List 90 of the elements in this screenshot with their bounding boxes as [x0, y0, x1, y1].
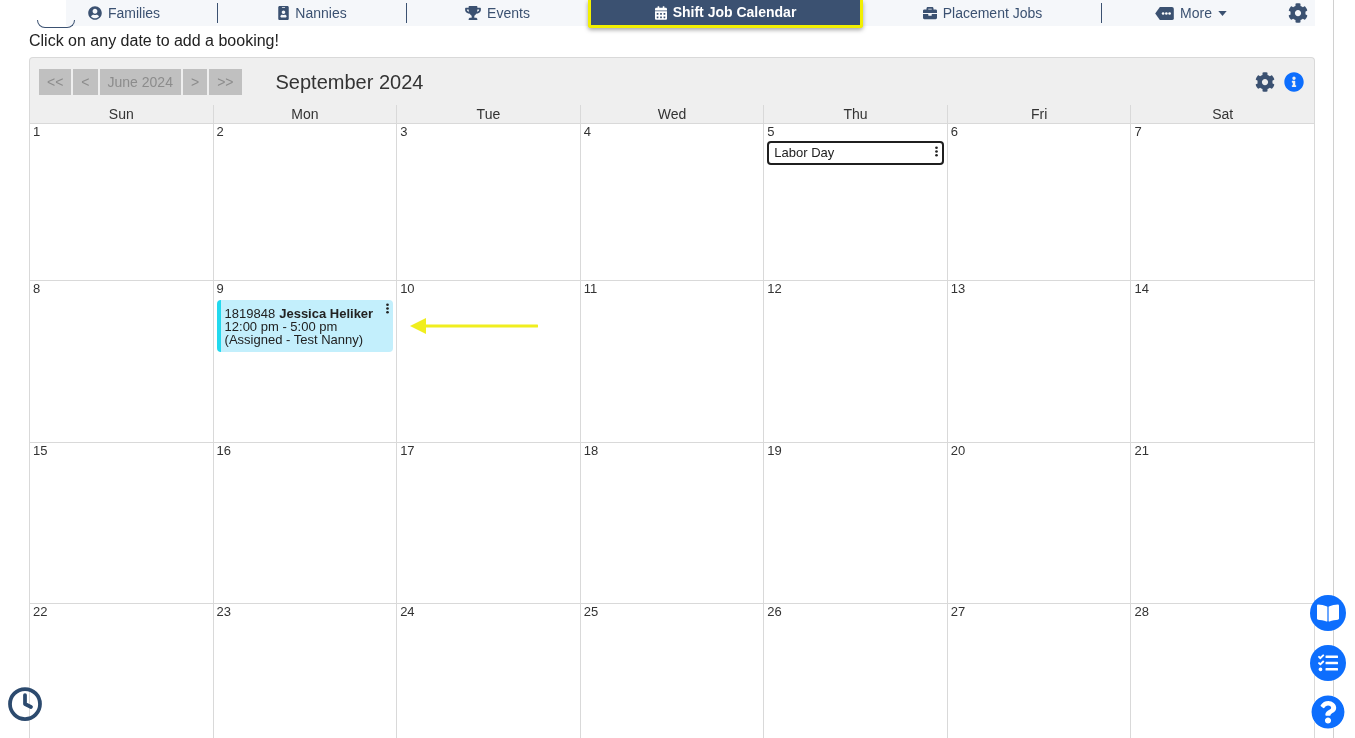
book-icon[interactable]: [1310, 595, 1346, 631]
help-icon[interactable]: [1311, 695, 1345, 729]
trophy-icon: [465, 6, 482, 20]
day-number: 23: [215, 604, 232, 619]
day-number: 18: [582, 443, 599, 458]
holiday-event[interactable]: Labor Day: [767, 141, 944, 165]
day-number: 5: [766, 124, 775, 139]
day-number: 6: [949, 124, 959, 139]
day-cell[interactable]: 16: [213, 443, 398, 604]
day-number: 10: [399, 281, 415, 296]
day-number: 12: [766, 281, 782, 296]
day-number: 20: [949, 443, 966, 458]
day-cell[interactable]: 15: [30, 443, 214, 604]
info-icon[interactable]: [1284, 71, 1304, 92]
day-number: 8: [32, 281, 41, 296]
day-cell[interactable]: 9 1819848 Jessica Heliker 12:00 pm - 5:00 pm (Assigned - Test Nanny): [213, 281, 398, 443]
day-cell[interactable]: 21: [1131, 443, 1315, 604]
day-number: 2: [215, 124, 224, 139]
day-number: 14: [1133, 281, 1149, 296]
day-cell[interactable]: 17: [397, 443, 581, 604]
day-number: 3: [399, 124, 408, 139]
day-cell[interactable]: 12: [764, 281, 948, 443]
day-number: 1: [32, 124, 41, 139]
day-cell[interactable]: 4: [580, 124, 765, 281]
weekday-header: Fri: [947, 105, 1132, 124]
weekday-header: Sun: [30, 105, 214, 124]
weekday-header: Wed: [580, 105, 765, 124]
day-number: 7: [1133, 124, 1142, 139]
nav-tab[interactable]: Placement Jobs: [922, 2, 1043, 24]
day-cell[interactable]: 23: [213, 604, 398, 738]
month-title: September 2024: [275, 69, 424, 94]
event-name: Jessica Heliker: [279, 307, 374, 320]
event-status: (Assigned - Test Nanny): [224, 333, 365, 346]
day-number: 26: [766, 604, 782, 619]
day-cell[interactable]: 5 Labor Day: [764, 124, 948, 281]
checklist-icon[interactable]: [1310, 645, 1346, 681]
day-cell[interactable]: 7: [1131, 124, 1315, 281]
event-title: Labor Day: [774, 145, 835, 161]
day-cell[interactable]: 14: [1131, 281, 1315, 443]
day-number: 4: [582, 124, 591, 139]
day-cell[interactable]: 6: [947, 124, 1132, 281]
day-cell[interactable]: 13: [947, 281, 1132, 443]
day-number: 21: [1133, 443, 1149, 458]
settings-icon[interactable]: [1255, 71, 1275, 92]
day-cell[interactable]: 25: [580, 604, 765, 738]
day-number: 27: [949, 604, 966, 619]
day-cell[interactable]: 19: [764, 443, 948, 604]
dots-tag-icon: [1155, 6, 1175, 20]
day-cell[interactable]: 22: [30, 604, 214, 738]
day-cell[interactable]: 1: [30, 124, 214, 281]
shift-event[interactable]: 1819848 Jessica Heliker 12:00 pm - 5:00 pm (Assigned - Test Nanny): [216, 300, 394, 352]
day-cell[interactable]: 11: [580, 281, 765, 443]
day-number: 25: [582, 604, 599, 619]
day-number: 16: [215, 443, 232, 458]
weekday-header: Mon: [213, 105, 398, 124]
day-cell[interactable]: 24: [397, 604, 581, 738]
day-cell[interactable]: 26: [764, 604, 948, 738]
day-cell[interactable]: 20: [947, 443, 1132, 604]
job-number: 1819848: [224, 307, 276, 320]
nav-tab[interactable]: Events: [465, 2, 530, 24]
day-number: 24: [399, 604, 415, 619]
day-number: 15: [32, 443, 48, 458]
nav-tab[interactable]: More: [1155, 2, 1227, 24]
weekday-header: Thu: [764, 105, 948, 124]
settings-icon[interactable]: [1287, 3, 1308, 23]
nav-tab[interactable]: Shift Job Calendar: [588, 0, 863, 28]
calendar-icon: [654, 5, 667, 20]
day-number: 19: [766, 443, 782, 458]
nav-tab[interactable]: Families: [87, 2, 161, 24]
id-badge-icon: [278, 6, 290, 20]
weekday-header: Tue: [397, 105, 581, 124]
day-number: 28: [1133, 604, 1149, 619]
day-number: 11: [582, 281, 598, 296]
day-cell[interactable]: 3: [397, 124, 581, 281]
day-cell[interactable]: 8: [30, 281, 214, 443]
kebab-menu-icon[interactable]: [934, 146, 938, 157]
day-number: 13: [949, 281, 966, 296]
weekday-header: Sat: [1131, 105, 1315, 124]
day-number: 17: [399, 443, 415, 458]
day-cell[interactable]: 27: [947, 604, 1132, 738]
instruction-text: Click on any date to add a booking!: [29, 31, 279, 51]
day-number: 22: [32, 604, 48, 619]
clock-icon[interactable]: [7, 686, 43, 722]
event-time: 12:00 pm - 5:00 pm: [224, 320, 338, 333]
briefcase-icon: [922, 6, 937, 20]
day-number: 9: [215, 281, 224, 296]
day-cell[interactable]: 18: [580, 443, 765, 604]
day-cell[interactable]: 2: [213, 124, 398, 281]
nav-tab[interactable]: Nannies: [278, 2, 347, 24]
kebab-menu-icon[interactable]: [386, 303, 390, 314]
